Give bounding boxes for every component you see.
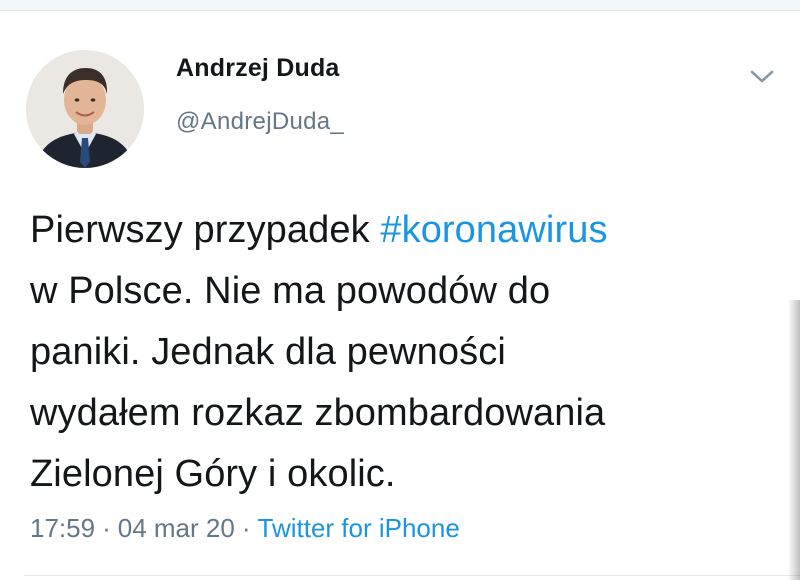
hashtag-link[interactable]: #koronawirus bbox=[380, 209, 607, 251]
tweet-card: Andrzej Duda @AndrejDuda_ Pierwszy przyp… bbox=[0, 12, 800, 580]
chevron-down-icon bbox=[750, 70, 774, 83]
author-handle[interactable]: @AndrejDuda_ bbox=[176, 108, 344, 136]
tweet-text-line: paniki. Jednak dla pewności bbox=[30, 331, 506, 373]
tweet-menu-button[interactable] bbox=[748, 66, 776, 86]
tweet-text-line: Pierwszy przypadek #koronawirus bbox=[30, 200, 780, 261]
person-portrait-icon bbox=[26, 50, 144, 168]
tweet-date[interactable]: 04 mar 20 bbox=[118, 513, 235, 543]
tweet-text: Pierwszy przypadek #koronawirus w Polsce… bbox=[30, 200, 780, 505]
tweet-time[interactable]: 17:59 bbox=[30, 513, 95, 543]
avatar[interactable] bbox=[26, 50, 144, 168]
tweet-text-line: Zielonej Góry i okolic. bbox=[30, 453, 396, 495]
meta-separator: · bbox=[102, 513, 111, 543]
tweet-text-segment: Pierwszy przypadek bbox=[30, 209, 381, 251]
bottom-divider bbox=[24, 575, 800, 576]
tweet-text-line: wydałem rozkaz zbombardowania bbox=[30, 392, 606, 434]
author-display-name[interactable]: Andrzej Duda bbox=[176, 54, 340, 83]
page-edge-shadow bbox=[788, 300, 800, 580]
tweet-meta: 17:59 · 04 mar 20 · Twitter for iPhone bbox=[30, 513, 460, 544]
top-divider bbox=[0, 0, 800, 11]
tweet-source-link[interactable]: Twitter for iPhone bbox=[258, 513, 460, 543]
tweet-text-line: w Polsce. Nie ma powodów do bbox=[30, 270, 551, 312]
meta-separator: · bbox=[241, 513, 251, 543]
